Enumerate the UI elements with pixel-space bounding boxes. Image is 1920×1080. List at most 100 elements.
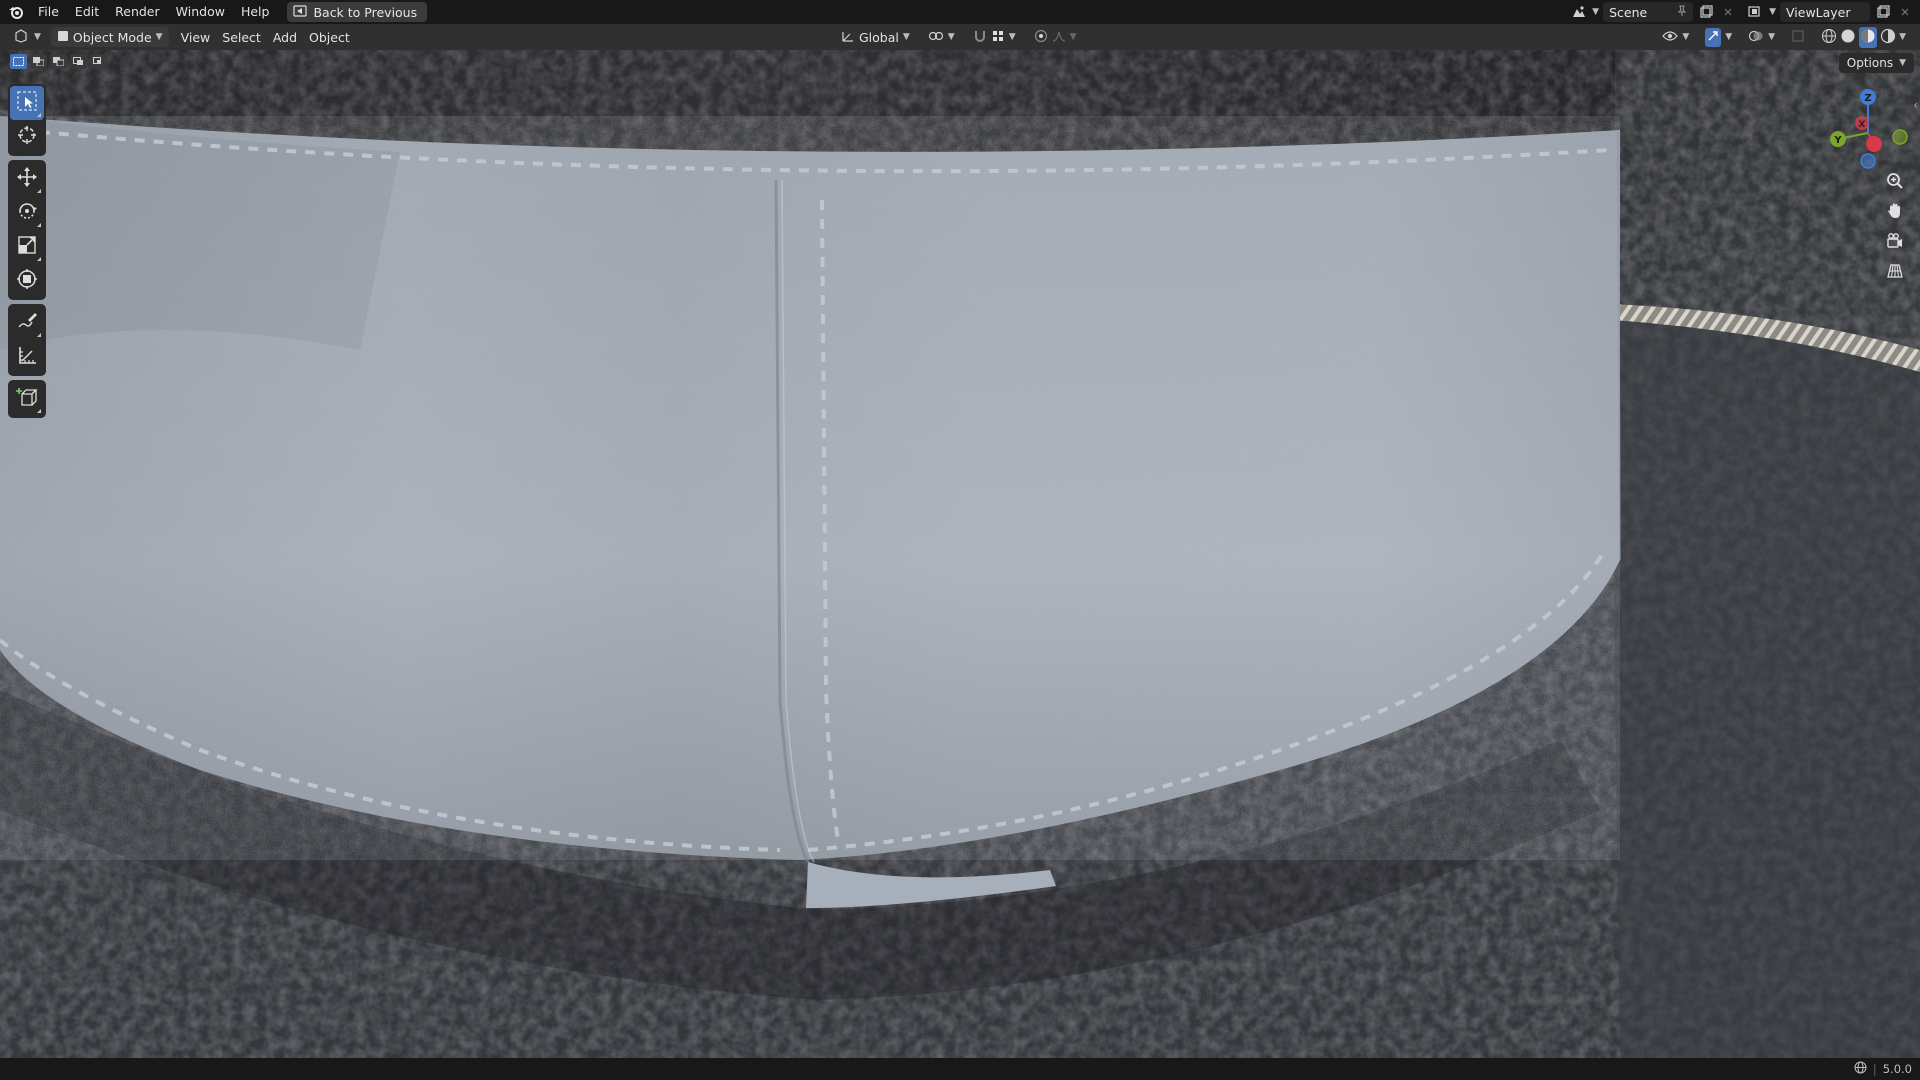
object-mode-icon bbox=[57, 30, 69, 45]
chevron-down-icon: ▼ bbox=[1008, 32, 1016, 42]
select-invert-icon[interactable] bbox=[70, 54, 87, 69]
add-cube-icon bbox=[16, 386, 38, 412]
gizmo-toggle[interactable]: ▼ bbox=[1699, 27, 1738, 47]
select-box-tool[interactable] bbox=[10, 86, 44, 120]
annotate-tool[interactable] bbox=[10, 306, 44, 340]
editor-type-button[interactable]: ▼ bbox=[8, 27, 47, 47]
menu-render[interactable]: Render bbox=[107, 0, 168, 24]
xray-toggle[interactable] bbox=[1785, 27, 1811, 47]
3d-viewport[interactable]: Options ▼ ‹ Z Y X bbox=[0, 50, 1920, 1058]
chevron-down-icon[interactable]: ▼ bbox=[1769, 7, 1776, 17]
snap-controls[interactable]: ▼ bbox=[967, 27, 1022, 47]
tool-options-indicator bbox=[37, 223, 41, 227]
annotate-pencil-icon bbox=[16, 310, 38, 336]
menu-edit[interactable]: Edit bbox=[67, 0, 107, 24]
chevron-down-icon: ▼ bbox=[34, 32, 41, 42]
pivot-point-dropdown[interactable]: ▼ bbox=[922, 27, 961, 47]
delete-view-layer-icon[interactable] bbox=[1896, 3, 1914, 21]
scene-icon[interactable] bbox=[1570, 3, 1588, 21]
overlays-toggle[interactable]: ▼ bbox=[1742, 27, 1781, 47]
transform-tool[interactable] bbox=[10, 264, 44, 298]
scale-tool[interactable] bbox=[10, 230, 44, 264]
menu-file[interactable]: File bbox=[30, 0, 67, 24]
select-intersect-icon[interactable] bbox=[90, 54, 107, 69]
gizmo-icon bbox=[1705, 27, 1722, 47]
scene-name: Scene bbox=[1609, 4, 1648, 20]
options-dropdown[interactable]: Options ▼ bbox=[1838, 53, 1914, 73]
blender-logo-icon[interactable] bbox=[2, 0, 30, 24]
chevron-down-icon: ▼ bbox=[1069, 32, 1077, 42]
view-layer-field[interactable]: ViewLayer bbox=[1780, 2, 1870, 22]
pin-icon[interactable] bbox=[1677, 5, 1687, 20]
proportional-editing-controls[interactable]: ▼ bbox=[1028, 27, 1083, 47]
navigation-buttons bbox=[1880, 168, 1912, 288]
eye-icon bbox=[1662, 30, 1679, 45]
back-to-previous-button[interactable]: Back to Previous bbox=[287, 2, 428, 22]
new-view-layer-icon[interactable] bbox=[1874, 3, 1892, 21]
falloff-curve-icon bbox=[1052, 29, 1066, 46]
screen-back-icon bbox=[293, 4, 308, 20]
view-layer-name: ViewLayer bbox=[1786, 4, 1851, 20]
wireframe-shading-icon[interactable] bbox=[1821, 28, 1837, 47]
pan-button[interactable] bbox=[1880, 198, 1910, 228]
top-right-area: ▼ Scene ▼ ViewLayer bbox=[1570, 0, 1920, 24]
orientation-axes-icon bbox=[841, 29, 855, 46]
menu-add[interactable]: Add bbox=[267, 27, 303, 47]
camera-view-button[interactable] bbox=[1880, 228, 1910, 258]
options-label: Options bbox=[1846, 56, 1894, 70]
gizmo-x-label: X bbox=[1859, 120, 1866, 130]
tool-shelf bbox=[8, 84, 46, 422]
select-extend-icon[interactable] bbox=[30, 54, 47, 69]
menu-select[interactable]: Select bbox=[216, 27, 267, 47]
move-arrows-icon bbox=[16, 166, 38, 192]
measure-tool[interactable] bbox=[10, 340, 44, 374]
chevron-down-icon: ▼ bbox=[1725, 32, 1733, 42]
select-subtract-icon[interactable] bbox=[50, 54, 67, 69]
xray-icon bbox=[1791, 29, 1805, 46]
snap-grid-icon bbox=[991, 29, 1005, 46]
gizmo-neg-y-ball bbox=[1892, 129, 1908, 145]
pan-hand-icon bbox=[1886, 202, 1904, 224]
transform-orientation-dropdown[interactable]: Global ▼ bbox=[835, 27, 916, 47]
navigation-gizmo[interactable]: Z Y X bbox=[1820, 85, 1916, 181]
scene-field[interactable]: Scene bbox=[1603, 2, 1694, 22]
chevron-down-icon[interactable]: ▼ bbox=[1899, 32, 1906, 42]
object-visibility-dropdown[interactable]: ▼ bbox=[1656, 27, 1695, 47]
overlays-icon bbox=[1748, 29, 1764, 46]
add-cube-tool[interactable] bbox=[10, 382, 44, 416]
menu-window[interactable]: Window bbox=[168, 0, 233, 24]
tool-options-indicator bbox=[37, 113, 41, 117]
move-tool[interactable] bbox=[10, 162, 44, 196]
menu-object[interactable]: Object bbox=[303, 27, 356, 47]
new-scene-icon[interactable] bbox=[1697, 3, 1715, 21]
mode-dropdown[interactable]: Object Mode ▼ bbox=[50, 27, 169, 47]
top-menu-bar: File Edit Render Window Help Back to Pre… bbox=[0, 0, 1920, 24]
perspective-toggle-button[interactable] bbox=[1880, 258, 1910, 288]
mode-label: Object Mode bbox=[72, 29, 152, 45]
rendered-shading-icon[interactable] bbox=[1880, 28, 1896, 47]
transform-controls: Global ▼ ▼ ▼ ▼ bbox=[835, 27, 1083, 47]
snap-magnet-icon bbox=[973, 29, 987, 46]
rotate-tool[interactable] bbox=[10, 196, 44, 230]
scale-icon bbox=[16, 234, 38, 260]
zoom-button[interactable] bbox=[1880, 168, 1910, 198]
select-new-icon[interactable] bbox=[10, 54, 27, 69]
tool-group-select bbox=[8, 84, 46, 156]
menu-help[interactable]: Help bbox=[233, 0, 278, 24]
cursor-tool[interactable] bbox=[10, 120, 44, 154]
menu-view[interactable]: View bbox=[175, 27, 217, 47]
globe-icon[interactable] bbox=[1854, 1061, 1867, 1077]
tool-group-annotate bbox=[8, 304, 46, 376]
shading-mode-group: ▼ bbox=[1815, 26, 1912, 48]
chevron-down-icon: ▼ bbox=[902, 32, 910, 42]
gizmo-y-label: Y bbox=[1833, 135, 1842, 146]
solid-shading-icon[interactable] bbox=[1840, 28, 1856, 47]
material-preview-shading-icon[interactable] bbox=[1859, 26, 1878, 48]
delete-scene-icon[interactable] bbox=[1719, 3, 1737, 21]
measure-ruler-icon bbox=[16, 344, 38, 370]
view-layer-icon[interactable] bbox=[1747, 3, 1765, 21]
chevron-down-icon[interactable]: ▼ bbox=[1592, 7, 1599, 17]
rotate-icon bbox=[16, 200, 38, 226]
chevron-down-icon: ▼ bbox=[1682, 32, 1690, 42]
transform-icon bbox=[16, 268, 38, 294]
